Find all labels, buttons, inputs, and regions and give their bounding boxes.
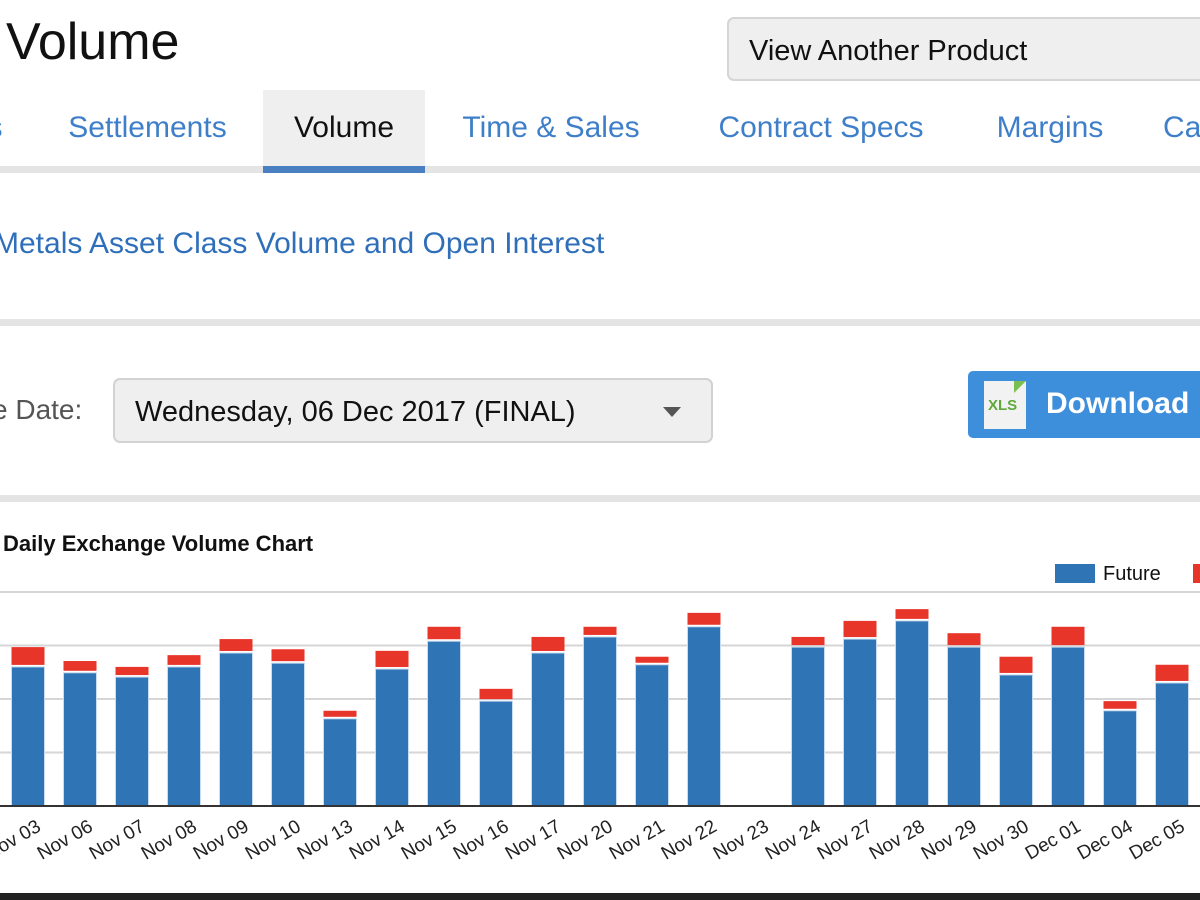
bar-future — [791, 646, 825, 807]
trade-date-label: e Date: — [0, 394, 83, 425]
bar-future — [427, 640, 461, 807]
bar-future — [1051, 646, 1085, 807]
x-tick-label: Dec 04 — [1074, 816, 1137, 865]
x-tick-label: Nov 09 — [190, 816, 253, 864]
bar-future — [271, 662, 305, 807]
bar-second-series — [11, 647, 45, 665]
tab-contract-specs[interactable]: Contract Specs — [695, 90, 947, 166]
asset-class-volume-link[interactable]: Metals Asset Class Volume and Open Inter… — [0, 227, 604, 261]
x-tick-label: Nov 29 — [918, 816, 981, 864]
x-tick-label: Nov 27 — [814, 816, 877, 864]
legend-label-future: Future — [1103, 563, 1161, 585]
x-tick-label: Nov 06 — [34, 816, 97, 864]
xls-icon-text: XLS — [988, 397, 1018, 414]
bar-second-series — [63, 661, 97, 671]
x-tick-label: Nov 10 — [242, 816, 305, 864]
x-tick-label: Nov 22 — [658, 816, 721, 864]
x-tick-label: Nov 21 — [606, 816, 669, 864]
bar-future — [635, 664, 669, 807]
bar-second-series — [1155, 664, 1189, 681]
bar-second-series — [531, 636, 565, 651]
legend-swatch-future — [1055, 564, 1095, 583]
x-tick-label: Nov 14 — [346, 816, 409, 865]
bottom-bar — [0, 893, 1200, 900]
bar-future — [11, 666, 45, 807]
chart-title: Daily Exchange Volume Chart — [3, 531, 314, 556]
bar-future — [843, 638, 877, 807]
x-tick-label: Dec 05 — [1126, 816, 1189, 864]
bar-second-series — [375, 650, 409, 668]
section-divider — [0, 319, 1200, 326]
tab-settlements[interactable]: Settlements — [40, 90, 255, 166]
bar-second-series — [895, 609, 929, 619]
x-tick-label: Nov 13 — [294, 816, 357, 864]
bar-second-series — [115, 666, 149, 676]
view-another-product-label: View Another Product — [749, 35, 1028, 67]
bar-future — [947, 646, 981, 807]
bar-future — [167, 666, 201, 807]
bar-second-series — [687, 612, 721, 625]
bar-future — [583, 636, 617, 807]
bar-future — [531, 652, 565, 807]
x-tick-label: Nov 08 — [138, 816, 201, 864]
bar-future — [895, 620, 929, 807]
trade-date-select[interactable]: Wednesday, 06 Dec 2017 (FINAL) — [113, 378, 713, 443]
x-tick-label: Nov 20 — [554, 816, 617, 864]
legend-swatch-second-series — [1193, 564, 1200, 583]
x-tick-label: Nov 07 — [86, 816, 149, 864]
trade-date-value: Wednesday, 06 Dec 2017 (FINAL) — [135, 396, 576, 428]
bar-future — [1103, 710, 1137, 807]
bar-second-series — [843, 620, 877, 638]
x-tick-label: Nov 28 — [866, 816, 929, 864]
xls-file-icon: XLS — [984, 381, 1026, 429]
tab-volume[interactable]: Volume — [263, 90, 425, 166]
x-tick-label: Nov 15 — [398, 816, 461, 864]
tabs-divider — [0, 166, 1200, 173]
section-divider — [0, 495, 1200, 502]
bar-future — [479, 700, 513, 807]
tab-time-and-sales[interactable]: Time & Sales — [440, 90, 662, 166]
bar-second-series — [219, 639, 253, 651]
bar-second-series — [583, 626, 617, 635]
bar-second-series — [1051, 626, 1085, 646]
bar-second-series — [791, 636, 825, 646]
x-tick-label: Nov 16 — [450, 816, 513, 864]
bar-second-series — [271, 649, 305, 662]
bar-future — [999, 674, 1033, 807]
bar-future — [63, 672, 97, 807]
bar-future — [1155, 682, 1189, 807]
bar-second-series — [947, 633, 981, 646]
bar-second-series — [323, 710, 357, 717]
download-button[interactable]: XLS Download — [968, 371, 1200, 438]
view-another-product-input[interactable]: View Another Product — [727, 17, 1200, 81]
bar-second-series — [427, 626, 461, 640]
x-tick-label: Dec 01 — [1022, 816, 1085, 864]
tab-partial[interactable]: s — [0, 90, 10, 166]
bar-future — [115, 676, 149, 807]
bar-future — [375, 668, 409, 807]
bar-second-series — [167, 655, 201, 665]
bar-future — [323, 718, 357, 807]
tab-partial-right[interactable]: Ca — [1163, 90, 1200, 166]
tab-margins[interactable]: Margins — [975, 90, 1125, 166]
x-tick-label: Nov 23 — [710, 816, 773, 864]
volume-chart: Nov 03Nov 06Nov 07Nov 08Nov 09Nov 10Nov … — [0, 563, 1200, 865]
bar-future — [219, 652, 253, 807]
x-tick-label: Nov 24 — [762, 816, 825, 865]
download-label: Download — [1046, 387, 1190, 420]
bar-second-series — [999, 656, 1033, 673]
bar-second-series — [1103, 701, 1137, 709]
bar-future — [687, 626, 721, 807]
bar-second-series — [479, 688, 513, 700]
x-tick-label: Nov 17 — [502, 816, 565, 864]
x-tick-label: Nov 30 — [970, 816, 1033, 864]
active-tab-indicator — [263, 166, 425, 173]
x-tick-label: Nov 03 — [0, 816, 45, 864]
page-title: Volume — [6, 13, 180, 71]
bar-second-series — [635, 656, 669, 663]
caret-down-icon — [663, 407, 681, 417]
